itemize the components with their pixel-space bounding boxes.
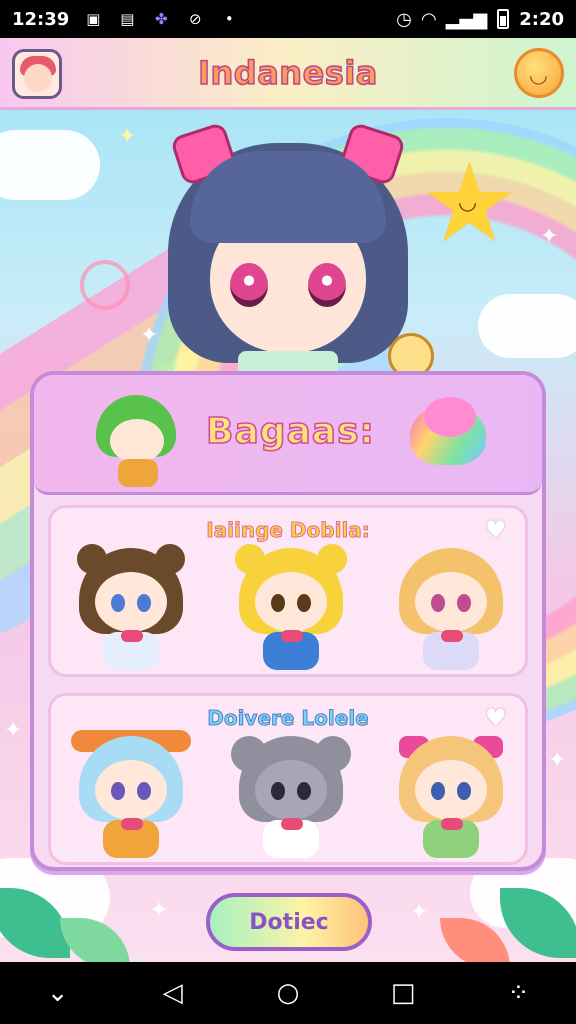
cloud-decoration [0, 130, 100, 200]
box-notif-icon: ⊘ [189, 10, 202, 28]
heart-icon[interactable]: ♥ [485, 518, 513, 544]
character-bow [121, 818, 143, 830]
character-eye [457, 594, 471, 612]
back-icon[interactable]: ◁ [153, 973, 193, 1013]
pinwheel-notif-icon: ✤ [155, 10, 168, 28]
character-face [95, 572, 167, 632]
alarm-icon: ◷ [396, 8, 412, 30]
sparkle-icon: ✦ [150, 898, 169, 923]
image-notif-icon: ▣ [86, 10, 101, 28]
character-card[interactable] [231, 544, 351, 674]
sparkle-icon: ✦ [410, 900, 429, 925]
character-face [255, 760, 327, 820]
hero-eye-right [308, 263, 346, 307]
status-right: ◷ ◠ ▂▄▆ 2:20 [396, 9, 564, 30]
character-face [415, 760, 487, 820]
character-face [95, 760, 167, 820]
rainbow-bird-mascot [404, 395, 494, 475]
character-bow [281, 630, 303, 642]
avatar-face [24, 64, 52, 92]
system-nav-bar: ⌄ ◁ ○ □ ⁘ [0, 962, 576, 1024]
smiling-star-icon: ★ ◡ [420, 139, 519, 267]
home-icon[interactable]: ○ [268, 973, 308, 1013]
primary-action-button[interactable]: Dotiec [206, 893, 372, 951]
character-bow [441, 630, 463, 642]
chevron-down-icon[interactable]: ⌄ [38, 973, 78, 1013]
mascot-face [110, 419, 164, 463]
character-row[interactable]: Iaiinge Dobila: ♥ [48, 505, 528, 677]
character-card[interactable] [71, 730, 191, 862]
app-title: Indanesia [197, 53, 378, 93]
hero-bangs [190, 151, 386, 243]
app-header: Indanesia [0, 38, 576, 110]
status-bar: 12:39 ▣ ▤ ✤ ⊘ • ◷ ◠ ▂▄▆ 2:20 [0, 0, 576, 38]
sparkle-icon: ✦ [4, 718, 23, 743]
character-card[interactable] [391, 548, 511, 674]
character-face [415, 572, 487, 632]
character-face [255, 572, 327, 632]
heart-icon[interactable]: ♥ [485, 706, 513, 732]
character-eye [137, 594, 151, 612]
signal-icon: ▂▄▆ [445, 8, 488, 30]
sparkle-icon: ✦ [540, 224, 559, 249]
character-card[interactable] [71, 544, 191, 674]
mascot-body [118, 459, 158, 487]
app-screen: ✦ ✦ ✦ ✦ ✦ ✦ ✦ Indanesia ★◡ B [0, 38, 576, 962]
sparkle-icon: ✦ [548, 748, 567, 773]
panel-banner: Bagaas: [34, 375, 542, 495]
character-eye [137, 782, 151, 800]
star-face: ◡ [458, 190, 478, 215]
leaf-decoration [60, 918, 130, 962]
character-card[interactable] [231, 736, 351, 862]
row-title: Doivere Lolele [207, 706, 369, 731]
wifi-icon: ◠ [421, 8, 436, 30]
character-eye [271, 782, 285, 800]
cloud-decoration [478, 294, 576, 358]
banner-title: Bagaas: [205, 410, 375, 453]
status-time: 12:39 [12, 8, 70, 30]
main-panel: Bagaas: Iaiinge Dobila: ♥ Doivere Lolele… [30, 371, 546, 871]
character-eye [431, 594, 445, 612]
character-eye [111, 782, 125, 800]
character-eye [297, 782, 311, 800]
character-bow [441, 818, 463, 830]
character-bow [121, 630, 143, 642]
character-eye [271, 594, 285, 612]
profile-avatar-button[interactable] [12, 49, 62, 99]
bird-head [424, 397, 476, 437]
swirl-decoration [80, 260, 130, 310]
gallery-notif-icon: ▤ [120, 10, 135, 28]
battery-icon [497, 9, 510, 29]
recents-icon[interactable]: □ [383, 973, 423, 1013]
hero-eye-left [230, 263, 268, 307]
green-hair-mascot [88, 395, 188, 487]
character-card[interactable] [391, 736, 511, 862]
row-title: Iaiinge Dobila: [206, 518, 370, 543]
character-eye [457, 782, 471, 800]
smiley-button[interactable] [514, 48, 564, 98]
character-bow [281, 818, 303, 830]
character-eye [297, 594, 311, 612]
hero-character [168, 121, 408, 377]
dot-notif-icon: • [224, 10, 234, 28]
sparkle-icon: ✦ [118, 124, 137, 149]
status-clock: 2:20 [519, 8, 564, 30]
character-row[interactable]: Doivere Lolele ♥ [48, 693, 528, 865]
more-icon[interactable]: ⁘ [498, 973, 538, 1013]
character-eye [431, 782, 445, 800]
sparkle-icon: ✦ [140, 323, 159, 348]
character-eye [111, 594, 125, 612]
